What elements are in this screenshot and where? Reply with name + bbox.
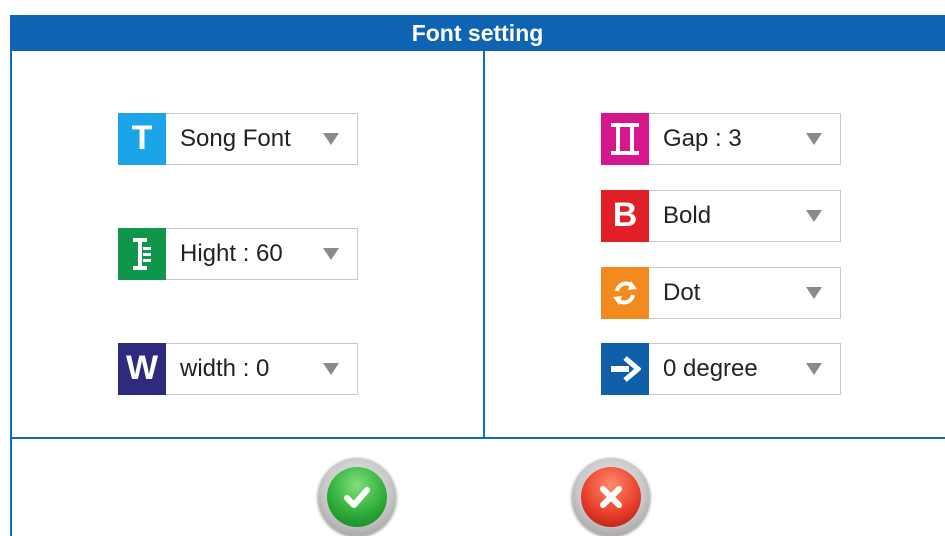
chevron-down-icon — [806, 133, 822, 145]
chevron-down-icon — [806, 210, 822, 222]
chevron-down-icon — [323, 363, 339, 375]
height-select[interactable]: Hight : 60 — [118, 227, 358, 280]
column-divider — [483, 51, 485, 438]
height-value: Hight : 60 — [180, 240, 283, 267]
rotation-value: 0 degree — [663, 355, 758, 382]
width-value: width : 0 — [180, 355, 270, 382]
dot-value: Dot — [663, 279, 701, 306]
gap-value: Gap : 3 — [663, 125, 742, 152]
dialog-title: Font setting — [10, 15, 945, 51]
bold-icon: B — [601, 189, 649, 242]
height-icon — [118, 227, 166, 280]
font-type-value: Song Font — [180, 125, 291, 152]
font-type-select[interactable]: T Song Font — [118, 112, 358, 165]
refresh-icon — [601, 266, 649, 319]
chevron-down-icon — [806, 287, 822, 299]
footer-divider — [10, 437, 945, 439]
bold-select[interactable]: B Bold — [601, 189, 841, 242]
rotation-select[interactable]: 0 degree — [601, 342, 841, 395]
chevron-down-icon — [323, 248, 339, 260]
chevron-down-icon — [323, 133, 339, 145]
cancel-button[interactable] — [572, 458, 650, 536]
gap-icon — [601, 112, 649, 165]
chevron-down-icon — [806, 363, 822, 375]
width-select[interactable]: W width : 0 — [118, 342, 358, 395]
gap-select[interactable]: Gap : 3 — [601, 112, 841, 165]
bold-value: Bold — [663, 202, 712, 229]
width-icon: W — [118, 342, 166, 395]
font-type-icon: T — [118, 112, 166, 165]
dot-select[interactable]: Dot — [601, 266, 841, 319]
arrow-right-icon — [601, 342, 649, 395]
checkmark-icon — [327, 467, 387, 527]
close-icon — [581, 467, 641, 527]
confirm-button[interactable] — [318, 458, 396, 536]
